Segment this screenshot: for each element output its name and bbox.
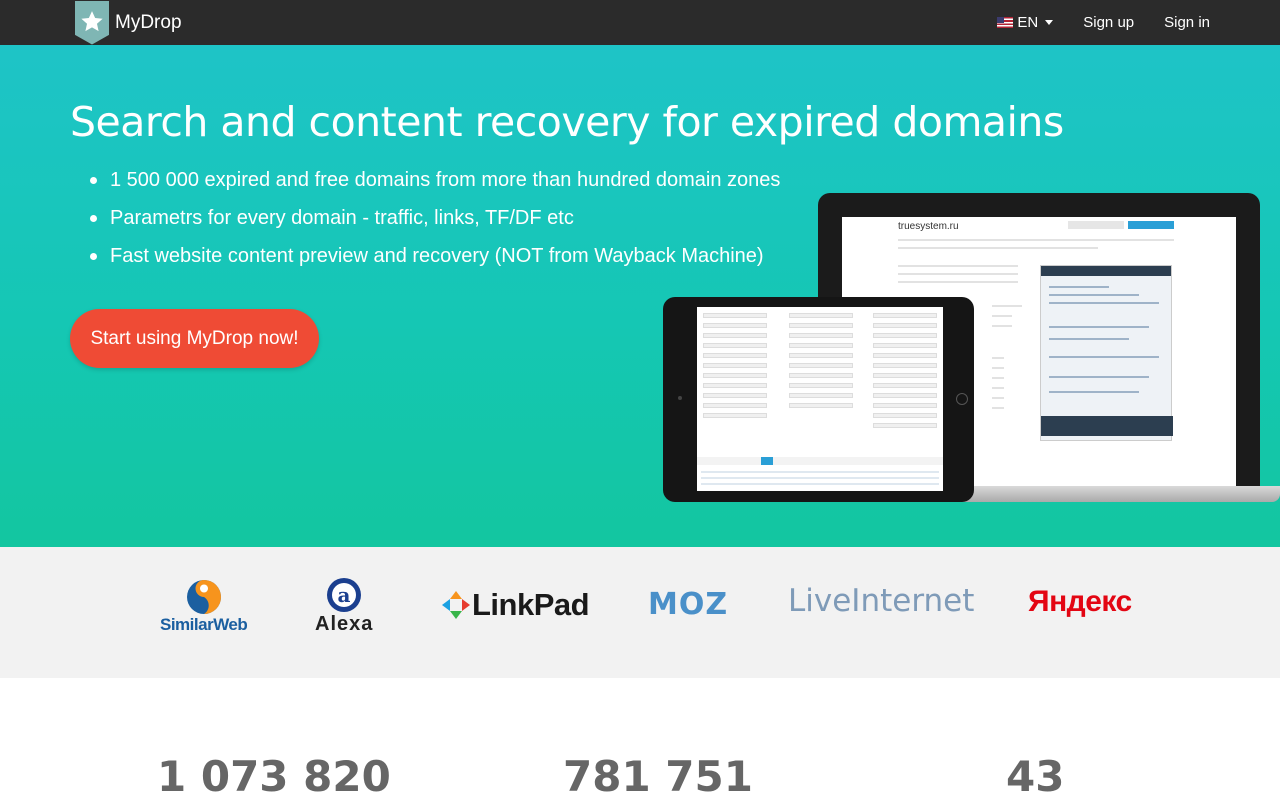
- feature-item: Parametrs for every domain - traffic, li…: [90, 205, 780, 243]
- stat-domains-count: 1 073 820: [157, 752, 391, 800]
- language-selector[interactable]: EN: [997, 14, 1054, 31]
- partner-logos: SimilarWeb a Alexa LinkPad MOZ LiveInter…: [0, 547, 1280, 678]
- logo-star-icon: [75, 0, 109, 45]
- hero-section: Search and content recovery for expired …: [0, 45, 1280, 547]
- stat-free-domains-count: 781 751: [563, 752, 753, 800]
- linkpad-icon: [442, 591, 470, 619]
- us-flag-icon: [997, 17, 1014, 28]
- brand-link[interactable]: MyDrop: [75, 0, 182, 45]
- alexa-logo: a Alexa: [315, 577, 373, 636]
- tablet-mockup: [663, 297, 974, 502]
- alexa-icon: a: [327, 578, 362, 612]
- stat-zones-count: 43: [1006, 752, 1065, 800]
- signin-link[interactable]: Sign in: [1164, 14, 1210, 31]
- liveinternet-logo: LiveInternet: [788, 583, 975, 619]
- feature-item: Fast website content preview and recover…: [90, 243, 780, 281]
- start-button[interactable]: Start using MyDrop now!: [70, 309, 319, 368]
- brand-name: MyDrop: [115, 11, 182, 33]
- feature-item: 1 500 000 expired and free domains from …: [90, 167, 780, 205]
- moz-logo: MOZ: [648, 587, 729, 622]
- hero-title: Search and content recovery for expired …: [70, 98, 1064, 146]
- linkpad-logo: LinkPad: [440, 587, 590, 623]
- tablet-screen: [697, 307, 943, 491]
- mockup-domain-title: truesystem.ru: [898, 221, 959, 232]
- home-button-icon: [956, 393, 968, 405]
- screenshot-thumbnail: [1040, 265, 1173, 441]
- similarweb-icon: [186, 580, 221, 614]
- svg-text:a: a: [338, 583, 351, 607]
- signup-link[interactable]: Sign up: [1083, 14, 1134, 31]
- yandex-logo: Яндекс: [1028, 585, 1132, 618]
- top-navbar: MyDrop EN Sign up Sign in: [0, 0, 1280, 45]
- feature-list: 1 500 000 expired and free domains from …: [90, 167, 780, 281]
- language-label: EN: [1017, 14, 1039, 31]
- similarweb-logo: SimilarWeb: [160, 579, 248, 635]
- chevron-down-icon: [1045, 20, 1054, 25]
